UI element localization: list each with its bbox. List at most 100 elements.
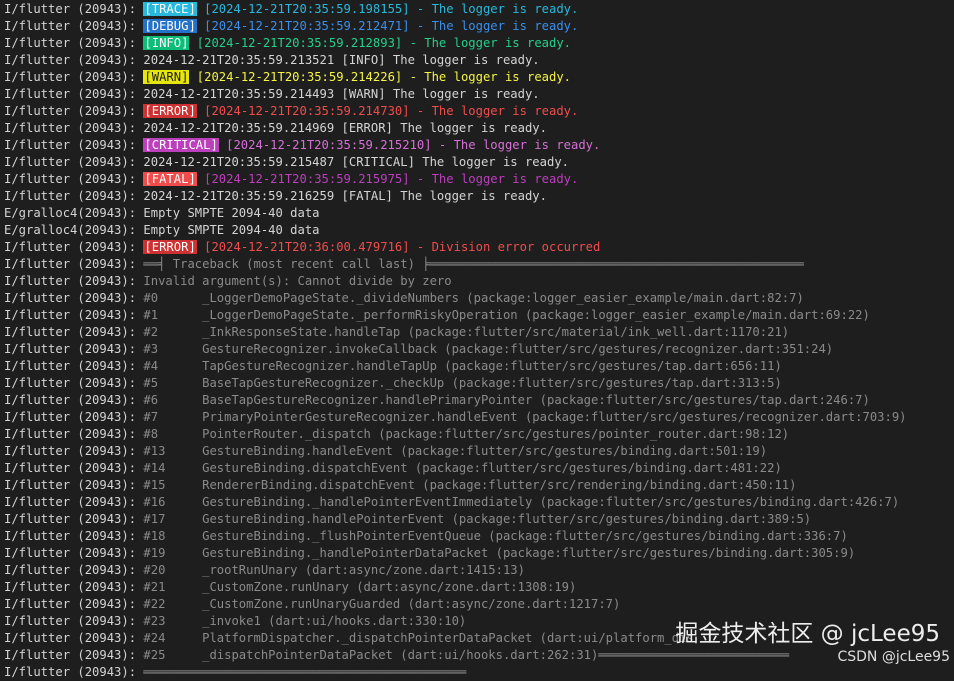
log-prefix: I/flutter (20943): xyxy=(4,478,144,492)
log-message: #25 _dispatchPointerDataPacket (dart:ui/… xyxy=(143,648,790,662)
log-line: I/flutter (20943): #22 _CustomZone.runUn… xyxy=(4,596,954,613)
log-message: #7 PrimaryPointerGestureRecognizer.handl… xyxy=(143,410,907,424)
log-message: #5 BaseTapGestureRecognizer._checkUp (pa… xyxy=(143,376,782,390)
log-level-badge: [FATAL] xyxy=(143,172,197,186)
log-line: I/flutter (20943): [WARN] [2024-12-21T20… xyxy=(4,69,954,86)
log-message: #16 GestureBinding._handlePointerEventIm… xyxy=(143,495,900,509)
log-message: [2024-12-21T20:36:00.479716] - Division … xyxy=(196,240,601,254)
log-message: #6 BaseTapGestureRecognizer.handlePrimar… xyxy=(143,393,870,407)
log-message: [2024-12-21T20:35:59.212471] - The logge… xyxy=(196,19,579,33)
log-level-badge: [WARN] xyxy=(143,70,190,84)
console-output[interactable]: I/flutter (20943): [TRACE] [2024-12-21T2… xyxy=(4,1,954,681)
log-message: #23 _invoke1 (dart:ui/hooks.dart:330:10) xyxy=(143,614,467,628)
log-prefix: I/flutter (20943): xyxy=(4,308,144,322)
log-line: I/flutter (20943): ══╡ Traceback (most r… xyxy=(4,256,954,273)
log-message: 2024-12-21T20:35:59.213521 [INFO] The lo… xyxy=(143,53,540,67)
log-message: ══╡ Traceback (most recent call last) ╞═… xyxy=(143,257,804,271)
log-prefix: I/flutter (20943): xyxy=(4,410,144,424)
log-line: I/flutter (20943): #16 GestureBinding._h… xyxy=(4,494,954,511)
log-line: I/flutter (20943): Invalid argument(s): … xyxy=(4,273,954,290)
log-line: I/flutter (20943): #20 _rootRunUnary (da… xyxy=(4,562,954,579)
log-prefix: I/flutter (20943): xyxy=(4,138,144,152)
log-prefix: E/gralloc4(20943): xyxy=(4,206,144,220)
log-line: I/flutter (20943): #0 _LoggerDemoPageSta… xyxy=(4,290,954,307)
log-line: E/gralloc4(20943): Empty SMPTE 2094-40 d… xyxy=(4,205,954,222)
log-prefix: I/flutter (20943): xyxy=(4,512,144,526)
log-prefix: I/flutter (20943): xyxy=(4,597,144,611)
log-prefix: I/flutter (20943): xyxy=(4,359,144,373)
log-prefix: I/flutter (20943): xyxy=(4,546,144,560)
log-prefix: I/flutter (20943): xyxy=(4,376,144,390)
log-line: I/flutter (20943): #4 TapGestureRecogniz… xyxy=(4,358,954,375)
log-line: I/flutter (20943): #7 PrimaryPointerGest… xyxy=(4,409,954,426)
log-line: I/flutter (20943): #15 RendererBinding.d… xyxy=(4,477,954,494)
log-message: #15 RendererBinding.dispatchEvent (packa… xyxy=(143,478,797,492)
log-line: I/flutter (20943): [INFO] [2024-12-21T20… xyxy=(4,35,954,52)
log-prefix: I/flutter (20943): xyxy=(4,257,144,271)
log-line: I/flutter (20943): #2 _InkResponseState.… xyxy=(4,324,954,341)
log-prefix: I/flutter (20943): xyxy=(4,563,144,577)
log-prefix: E/gralloc4(20943): xyxy=(4,223,144,237)
log-line: I/flutter (20943): 2024-12-21T20:35:59.2… xyxy=(4,188,954,205)
log-message: [2024-12-21T20:35:59.214730] - The logge… xyxy=(196,104,579,118)
log-message: #14 GestureBinding.dispatchEvent (packag… xyxy=(143,461,782,475)
log-level-badge: [CRITICAL] xyxy=(143,138,219,152)
log-message: Empty SMPTE 2094-40 data xyxy=(143,206,320,220)
log-message: [2024-12-21T20:35:59.198155] - The logge… xyxy=(196,2,579,16)
log-message: #2 _InkResponseState.handleTap (package:… xyxy=(143,325,790,339)
log-line: I/flutter (20943): #3 GestureRecognizer.… xyxy=(4,341,954,358)
log-message: 2024-12-21T20:35:59.214969 [ERROR] The l… xyxy=(143,121,547,135)
log-message: [2024-12-21T20:35:59.214226] - The logge… xyxy=(189,70,572,84)
log-line: I/flutter (20943): #14 GestureBinding.di… xyxy=(4,460,954,477)
log-line: I/flutter (20943): #17 GestureBinding.ha… xyxy=(4,511,954,528)
log-message: ════════════════════════════════════════… xyxy=(143,665,467,679)
log-line: I/flutter (20943): #6 BaseTapGestureReco… xyxy=(4,392,954,409)
log-prefix: I/flutter (20943): xyxy=(4,172,144,186)
log-prefix: I/flutter (20943): xyxy=(4,274,144,288)
log-prefix: I/flutter (20943): xyxy=(4,36,144,50)
log-level-badge: [ERROR] xyxy=(143,240,197,254)
log-prefix: I/flutter (20943): xyxy=(4,614,144,628)
log-message: 2024-12-21T20:35:59.215487 [CRITICAL] Th… xyxy=(143,155,569,169)
log-prefix: I/flutter (20943): xyxy=(4,342,144,356)
log-line: I/flutter (20943): 2024-12-21T20:35:59.2… xyxy=(4,52,954,69)
log-line: I/flutter (20943): #1 _LoggerDemoPageSta… xyxy=(4,307,954,324)
log-prefix: I/flutter (20943): xyxy=(4,189,144,203)
log-message: #24 PlatformDispatcher._dispatchPointerD… xyxy=(143,631,694,645)
log-level-badge: [ERROR] xyxy=(143,104,197,118)
log-line: I/flutter (20943): #5 BaseTapGestureReco… xyxy=(4,375,954,392)
log-message: Empty SMPTE 2094-40 data xyxy=(143,223,320,237)
log-prefix: I/flutter (20943): xyxy=(4,495,144,509)
log-line: I/flutter (20943): [CRITICAL] [2024-12-2… xyxy=(4,137,954,154)
log-line: I/flutter (20943): #19 GestureBinding._h… xyxy=(4,545,954,562)
log-line: I/flutter (20943): [ERROR] [2024-12-21T2… xyxy=(4,103,954,120)
log-prefix: I/flutter (20943): xyxy=(4,121,144,135)
log-prefix: I/flutter (20943): xyxy=(4,53,144,67)
log-prefix: I/flutter (20943): xyxy=(4,291,144,305)
log-prefix: I/flutter (20943): xyxy=(4,427,144,441)
log-message: [2024-12-21T20:35:59.212893] - The logge… xyxy=(189,36,572,50)
log-message: 2024-12-21T20:35:59.216259 [FATAL] The l… xyxy=(143,189,547,203)
log-prefix: I/flutter (20943): xyxy=(4,393,144,407)
log-prefix: I/flutter (20943): xyxy=(4,2,144,16)
log-message: #18 GestureBinding._flushPointerEventQue… xyxy=(143,529,848,543)
log-message: #20 _rootRunUnary (dart:async/zone.dart:… xyxy=(143,563,525,577)
log-line: I/flutter (20943): 2024-12-21T20:35:59.2… xyxy=(4,120,954,137)
log-message: #8 PointerRouter._dispatch (package:flut… xyxy=(143,427,790,441)
log-message: #0 _LoggerDemoPageState._divideNumbers (… xyxy=(143,291,804,305)
log-line: I/flutter (20943): 2024-12-21T20:35:59.2… xyxy=(4,86,954,103)
log-level-badge: [INFO] xyxy=(143,36,190,50)
log-message: #19 GestureBinding._handlePointerDataPac… xyxy=(143,546,856,560)
log-level-badge: [DEBUG] xyxy=(143,19,197,33)
log-prefix: I/flutter (20943): xyxy=(4,580,144,594)
log-message: [2024-12-21T20:35:59.215975] - The logge… xyxy=(196,172,579,186)
log-prefix: I/flutter (20943): xyxy=(4,155,144,169)
log-message: #22 _CustomZone.runUnaryGuarded (dart:as… xyxy=(143,597,621,611)
log-prefix: I/flutter (20943): xyxy=(4,648,144,662)
log-message: #13 GestureBinding.handleEvent (package:… xyxy=(143,444,768,458)
log-prefix: I/flutter (20943): xyxy=(4,631,144,645)
log-line: I/flutter (20943): #8 PointerRouter._dis… xyxy=(4,426,954,443)
watermark-csdn: CSDN @jcLee95 xyxy=(837,649,950,665)
log-prefix: I/flutter (20943): xyxy=(4,19,144,33)
log-message: [2024-12-21T20:35:59.215210] - The logge… xyxy=(218,138,601,152)
